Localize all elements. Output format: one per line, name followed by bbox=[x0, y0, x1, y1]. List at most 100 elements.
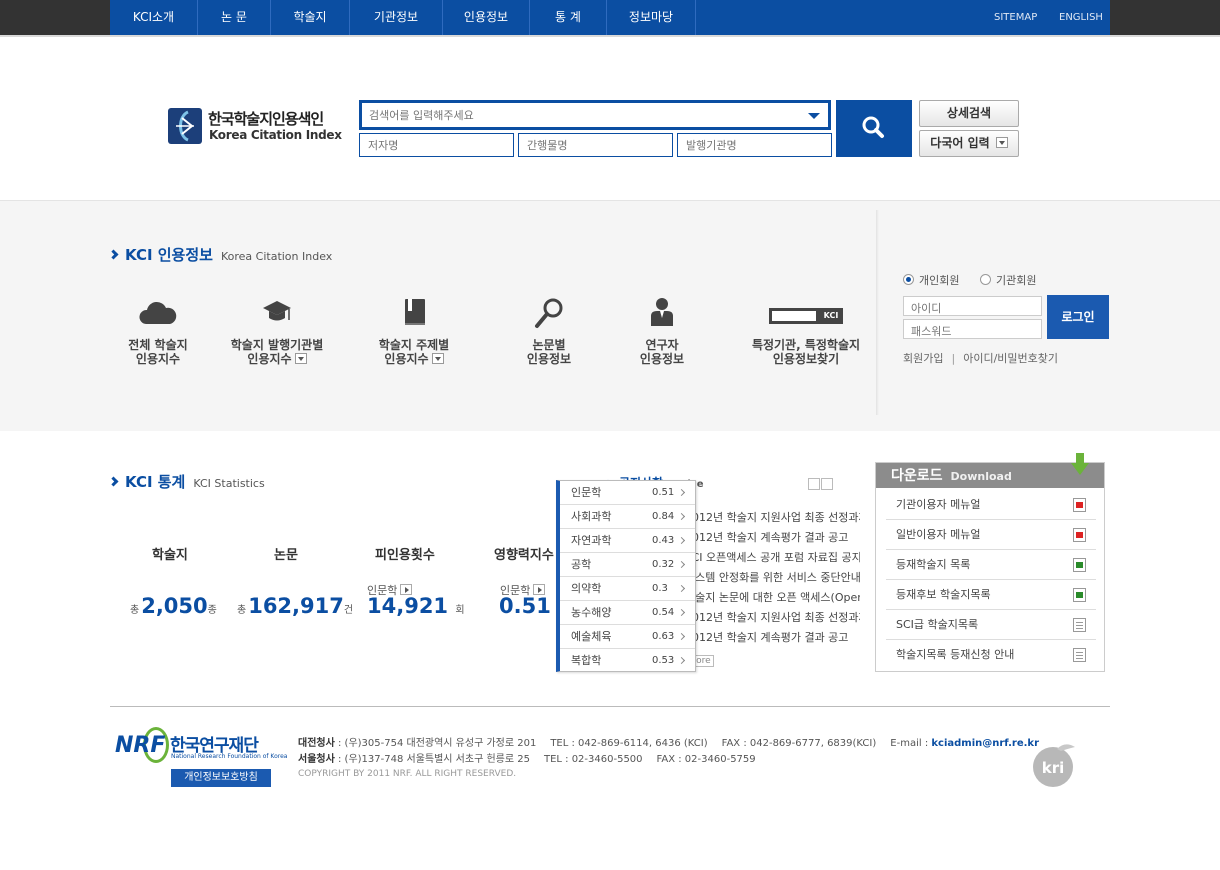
citation-item-label: 연구자 bbox=[645, 338, 679, 352]
option-name: 예술체육 bbox=[571, 630, 612, 643]
download-item[interactable]: 일반이용자 메뉴얼 bbox=[886, 520, 1096, 550]
kri-logo[interactable]: kri bbox=[1031, 743, 1079, 789]
author-input[interactable] bbox=[360, 134, 513, 157]
radio-selected-icon bbox=[903, 274, 914, 285]
institution-member-radio[interactable]: 기관회원 bbox=[980, 272, 1036, 288]
option-name: 농수해양 bbox=[571, 606, 612, 619]
document-file-icon bbox=[1073, 648, 1086, 662]
logo-title-ko: 한국학술지인용색인 bbox=[208, 110, 324, 128]
kci-badge: KCI bbox=[819, 308, 843, 324]
band-divider bbox=[876, 210, 879, 415]
option-value: 0.63 bbox=[652, 631, 675, 642]
nav-kci-intro[interactable]: KCI소개 bbox=[110, 0, 197, 35]
download-item[interactable]: 등재후보 학술지목록 bbox=[886, 580, 1096, 610]
option-name: 복합학 bbox=[571, 654, 602, 667]
graduation-cap-icon bbox=[228, 296, 326, 330]
download-label: 기관이용자 메뉴얼 bbox=[896, 498, 981, 511]
citation-all-journals[interactable]: 전체 학술지 인용지수 bbox=[118, 296, 198, 366]
chevron-right-icon bbox=[677, 488, 686, 497]
cloud-icon bbox=[118, 296, 198, 330]
english-link[interactable]: ENGLISH bbox=[1059, 0, 1103, 35]
nav-info-plaza[interactable]: 정보마당 bbox=[607, 0, 695, 35]
stat-head-papers: 논문 bbox=[274, 548, 298, 563]
nav-separator bbox=[695, 0, 696, 35]
dropdown-option[interactable]: 인문학 0.51 bbox=[560, 481, 695, 505]
pdf-file-icon bbox=[1073, 498, 1086, 512]
download-item[interactable]: 학술지목록 등재신청 안내 bbox=[886, 640, 1096, 670]
multilang-input-button[interactable]: 다국어 입력 bbox=[919, 130, 1019, 157]
citation-by-subject[interactable]: 학술지 주제별 인용지수 bbox=[372, 296, 456, 366]
stats-title-text: KCI 통계 bbox=[125, 473, 186, 491]
radio-label: 개인회원 bbox=[919, 274, 960, 287]
phone-text: TEL : 042-869-6114, 6436 (KCI) bbox=[550, 738, 708, 749]
join-link[interactable]: 회원가입 bbox=[903, 352, 943, 365]
stat-unit: 종 bbox=[207, 605, 217, 616]
impact-category-dropdown: 인문학 0.51 사회과학 0.84 자연과학 0.43 공학 0.32 의약학 0.3 … bbox=[556, 480, 696, 672]
notice-pager bbox=[808, 475, 834, 494]
dropdown-option[interactable]: 자연과학 0.43 bbox=[560, 529, 695, 553]
download-item[interactable]: 등재학술지 목록 bbox=[886, 550, 1096, 580]
chevron-down-icon[interactable] bbox=[431, 353, 444, 364]
search-icon bbox=[862, 116, 884, 138]
citation-item-label: 인용정보 bbox=[526, 352, 572, 366]
stat-citations-value: 14,921 회 bbox=[367, 594, 465, 618]
pw-field-wrap bbox=[903, 319, 1042, 341]
sitemap-link[interactable]: SITEMAP bbox=[994, 0, 1037, 35]
nav-statistics[interactable]: 통 계 bbox=[530, 0, 606, 35]
password-input[interactable] bbox=[904, 322, 1041, 341]
citation-item-label: 인용지수 bbox=[135, 352, 181, 366]
dropdown-option[interactable]: 농수해양 0.54 bbox=[560, 601, 695, 625]
download-item[interactable]: 기관이용자 메뉴얼 bbox=[886, 490, 1096, 520]
stat-papers-value: 총162,917건 bbox=[237, 594, 353, 618]
chevron-down-icon[interactable] bbox=[294, 353, 307, 364]
fax-text: FAX : 02-3460-5759 bbox=[656, 754, 756, 765]
stat-head-impact: 영향력지수 bbox=[494, 548, 554, 563]
publisher-input[interactable] bbox=[678, 134, 831, 157]
dropdown-option[interactable]: 복합학 0.53 bbox=[560, 649, 695, 673]
citation-section-title: KCI 인용정보 Korea Citation Index bbox=[108, 244, 332, 265]
chevron-left-icon[interactable] bbox=[808, 478, 820, 490]
journal-name-input[interactable] bbox=[519, 134, 672, 157]
top-navigation-bar: KCI소개 논 문 학술지 기관정보 인용정보 통 계 정보마당 SITEMAP… bbox=[0, 0, 1220, 35]
personal-member-radio[interactable]: 개인회원 bbox=[903, 272, 959, 288]
option-name: 인문학 bbox=[571, 486, 602, 499]
dropdown-option[interactable]: 의약학 0.3 bbox=[560, 577, 695, 601]
citation-by-publisher[interactable]: 학술지 발행기관별 인용지수 bbox=[228, 296, 326, 366]
kci-logo-icon bbox=[168, 108, 202, 144]
option-value: 0.32 bbox=[652, 559, 675, 570]
dropdown-option[interactable]: 사회과학 0.84 bbox=[560, 505, 695, 529]
dropdown-option[interactable]: 예술체육 0.63 bbox=[560, 625, 695, 649]
option-value: 0.43 bbox=[652, 535, 675, 546]
citation-specific-search[interactable]: KCI 특정기관, 특정학술지 인용정보찾기 bbox=[748, 296, 864, 366]
search-button[interactable] bbox=[836, 100, 912, 157]
nav-papers[interactable]: 논 문 bbox=[198, 0, 270, 35]
email-link[interactable]: kciadmin@nrf.re.kr bbox=[931, 738, 1039, 749]
excel-file-icon bbox=[1073, 588, 1086, 602]
radio-unselected-icon bbox=[980, 274, 991, 285]
chevron-down-icon[interactable] bbox=[808, 113, 820, 119]
nav-citation-info[interactable]: 인용정보 bbox=[443, 0, 529, 35]
nrf-logo[interactable]: NRF 한국연구재단 National Research Foundation … bbox=[115, 727, 287, 767]
nav-institutions[interactable]: 기관정보 bbox=[350, 0, 442, 35]
nav-journals[interactable]: 학술지 bbox=[271, 0, 349, 35]
stat-prefix: 총 bbox=[130, 605, 140, 616]
main-search-box bbox=[359, 100, 831, 130]
chevron-right-icon bbox=[108, 476, 119, 487]
download-label: 등재후보 학술지목록 bbox=[896, 588, 991, 601]
citation-by-paper[interactable]: 논문별 인용정보 bbox=[514, 296, 584, 366]
kci-logo[interactable]: 한국학술지인용색인 Korea Citation Index bbox=[168, 106, 342, 146]
download-item[interactable]: SCI급 학술지목록 bbox=[886, 610, 1096, 640]
chevron-right-icon[interactable] bbox=[821, 478, 833, 490]
address-label: 대전청사 bbox=[298, 738, 335, 749]
login-button[interactable]: 로그인 bbox=[1047, 295, 1109, 339]
privacy-policy-button[interactable]: 개인정보보호방침 bbox=[171, 769, 271, 787]
id-input[interactable] bbox=[904, 299, 1041, 318]
chevron-right-icon bbox=[677, 656, 686, 665]
address-text: : (우)305-754 대전광역시 유성구 가정로 201 bbox=[334, 738, 537, 749]
citation-by-researcher[interactable]: 연구자 인용정보 bbox=[627, 296, 697, 366]
find-account-link[interactable]: 아이디/비밀번호찾기 bbox=[963, 352, 1058, 365]
main-search-input[interactable] bbox=[362, 103, 792, 127]
advanced-search-button[interactable]: 상세검색 bbox=[919, 100, 1019, 127]
dropdown-option[interactable]: 공학 0.32 bbox=[560, 553, 695, 577]
citation-item-label: 인용정보찾기 bbox=[772, 352, 840, 366]
